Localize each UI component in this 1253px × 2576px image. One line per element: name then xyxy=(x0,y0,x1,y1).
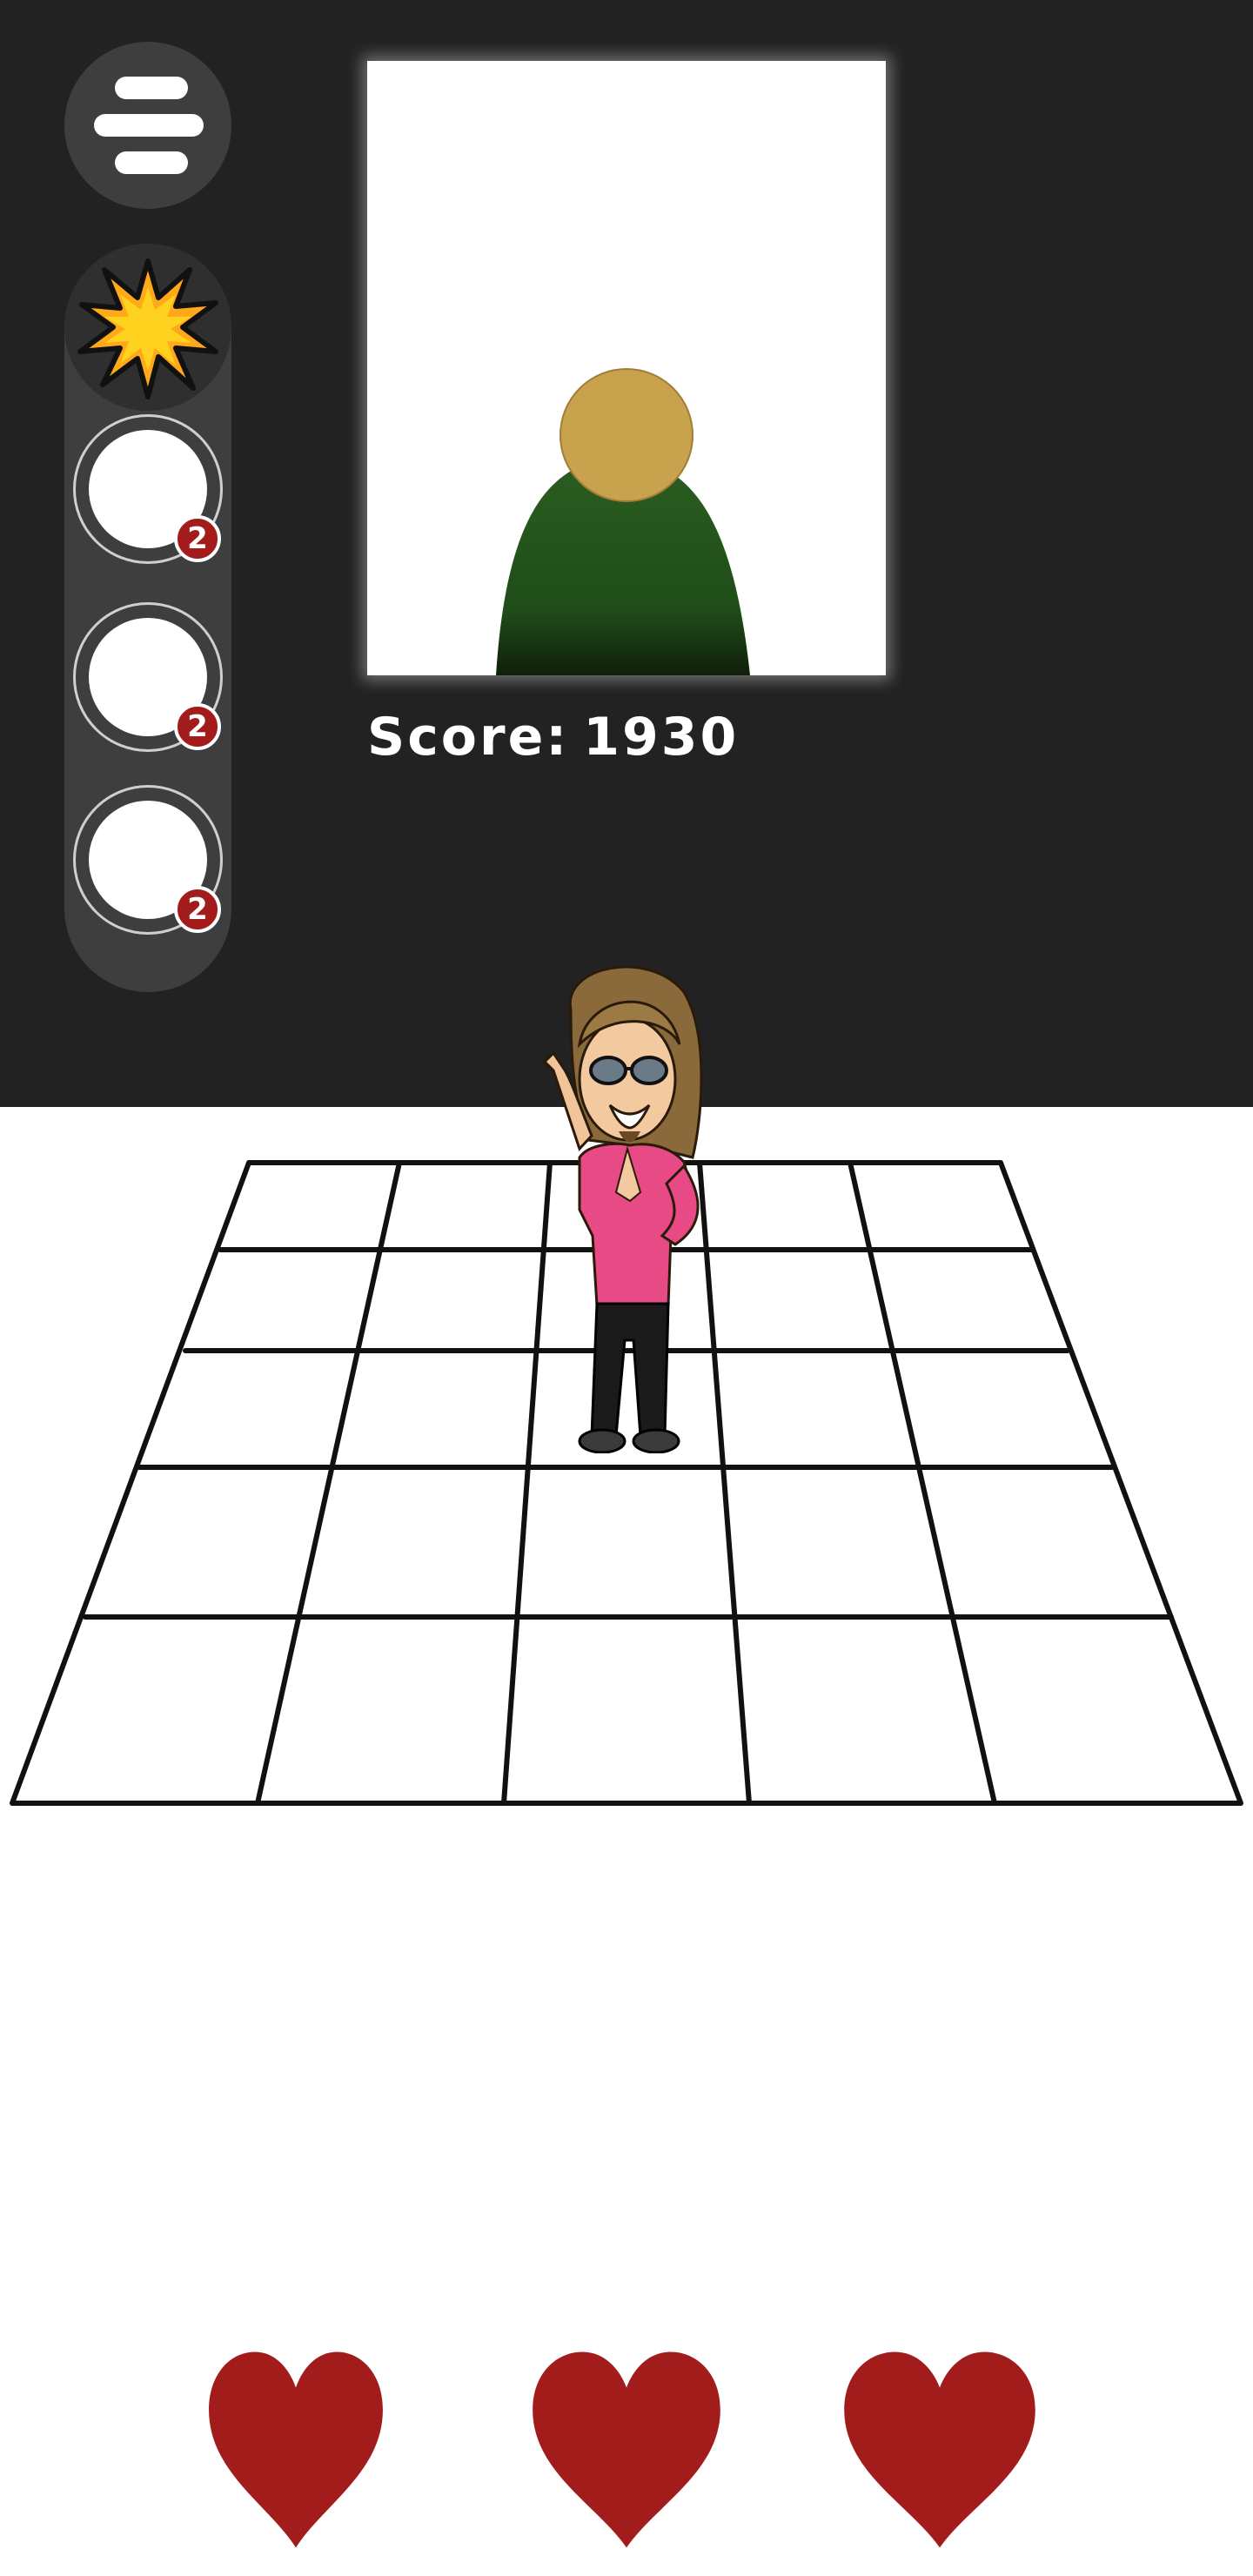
grid-line-vertical xyxy=(255,1160,402,1806)
top-play-area: 2 2 2 Score: 1930 xyxy=(0,0,1253,1107)
powerup-slot-1[interactable]: 2 xyxy=(73,414,223,564)
target-head xyxy=(559,368,694,502)
powerup-slot-3[interactable]: 2 xyxy=(73,785,223,935)
heart-icon xyxy=(209,2351,383,2548)
player-character xyxy=(542,965,703,1453)
heart-icon xyxy=(844,2351,1035,2548)
hamburger-menu-icon-middle xyxy=(94,114,204,137)
score-label: Score: xyxy=(367,707,570,768)
slot-count-badge: 2 xyxy=(174,703,221,750)
powerup-slot-2[interactable]: 2 xyxy=(73,602,223,752)
target-figure xyxy=(496,368,750,675)
hamburger-menu-icon xyxy=(115,77,188,99)
slot-count-badge: 2 xyxy=(174,515,221,562)
powerup-tray: 2 2 2 xyxy=(64,244,231,992)
lives-display xyxy=(0,2350,1253,2550)
target-preview-panel xyxy=(367,61,886,675)
menu-button[interactable] xyxy=(64,42,231,209)
starburst-icon xyxy=(77,258,218,399)
slot-count-badge: 2 xyxy=(174,886,221,933)
heart-icon xyxy=(533,2351,720,2548)
score-value: 1930 xyxy=(583,707,740,768)
grid-line-vertical xyxy=(848,1160,997,1806)
score-display: Score: 1930 xyxy=(367,707,739,768)
burst-powerup-button[interactable] xyxy=(64,244,231,411)
hamburger-menu-icon-bottom xyxy=(115,151,188,174)
